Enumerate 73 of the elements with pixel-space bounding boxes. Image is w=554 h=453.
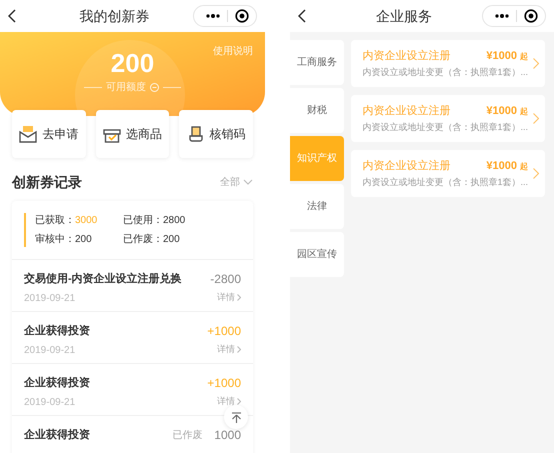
page-title: 企业服务 <box>376 6 432 26</box>
more-icon[interactable] <box>206 14 220 18</box>
price-suffix: 起 <box>520 106 528 118</box>
help-link[interactable]: 使用说明 <box>213 44 253 59</box>
target-icon[interactable] <box>235 9 249 23</box>
service-price: ¥1000 <box>486 48 517 64</box>
service-name: 内资企业设立注册 <box>362 48 450 64</box>
page-title: 我的创新券 <box>80 6 150 26</box>
more-icon[interactable] <box>495 14 509 18</box>
chevron-down-icon <box>243 179 253 185</box>
record-status: 已作废 <box>172 428 202 442</box>
service-card[interactable]: 内资企业设立注册 ¥1000 起 内资设立或地址变更（含：执照章1套）... <box>351 95 545 142</box>
balance-amount: 200 <box>110 48 154 78</box>
record-amount: 1000 <box>214 427 241 444</box>
action-button[interactable]: 核销码 <box>179 110 254 158</box>
summary-value: 2800 <box>163 214 186 228</box>
chevron-right-icon <box>533 168 539 179</box>
record-title: 企业获得投资 <box>24 376 90 391</box>
section-title: 创新券记录 <box>12 172 82 192</box>
summary-value: 200 <box>75 233 92 247</box>
target-icon[interactable] <box>524 9 538 23</box>
chevron-right-icon <box>533 113 539 124</box>
envelope-icon <box>19 125 38 143</box>
summary-label: 已使用： <box>123 214 163 228</box>
category-tab[interactable]: 法律 <box>290 184 344 229</box>
category-tab[interactable]: 工商服务 <box>290 40 344 85</box>
capsule-menu[interactable] <box>482 5 546 27</box>
price-suffix: 起 <box>520 50 528 62</box>
record-date: 2019-09-21 <box>24 292 76 306</box>
arrow-up-icon <box>230 412 242 422</box>
coin-icon <box>150 83 159 92</box>
category-tab[interactable]: 园区宣传 <box>290 232 344 277</box>
action-button[interactable]: 去申请 <box>12 110 86 158</box>
record-amount: +1000 <box>207 323 241 340</box>
summary-label: 已获取： <box>35 214 75 228</box>
back-icon[interactable] <box>298 9 306 23</box>
service-name: 内资企业设立注册 <box>362 158 450 174</box>
accent-bar <box>24 213 26 247</box>
chevron-right-icon <box>237 294 241 301</box>
balance-label: 可用额度 <box>106 80 146 95</box>
summary-label: 已作废： <box>123 232 163 247</box>
chevron-right-icon <box>237 346 241 353</box>
service-description: 内资设立或地址变更（含：执照章1套）... <box>362 121 528 134</box>
action-button[interactable]: 选商品 <box>96 110 170 158</box>
record-date: 2019-09-21 <box>24 396 76 410</box>
scanner-icon <box>186 125 205 143</box>
summary-value: 200 <box>163 233 180 247</box>
service-card[interactable]: 内资企业设立注册 ¥1000 起 内资设立或地址变更（含：执照章1套）... <box>351 150 545 197</box>
service-name: 内资企业设立注册 <box>362 104 450 118</box>
category-tab[interactable]: 财税 <box>290 88 344 133</box>
service-card[interactable]: 内资企业设立注册 ¥1000 起 内资设立或地址变更（含：执照章1套）... <box>351 40 545 87</box>
service-price: ¥1000 <box>486 158 517 174</box>
detail-link[interactable]: 详情 <box>217 394 241 408</box>
record-amount: -2800 <box>210 271 241 288</box>
record-date: 2019-09-21 <box>24 344 76 358</box>
summary-value: 3000 <box>75 214 98 228</box>
chevron-right-icon <box>237 398 241 405</box>
chevron-right-icon <box>533 58 539 69</box>
filter-dropdown[interactable]: 全部 <box>220 174 253 190</box>
record-title: 企业获得投资 <box>24 428 90 443</box>
category-tab[interactable]: 知识产权 <box>290 136 344 181</box>
record-title: 交易使用-内资企业设立注册兑换 <box>24 272 182 287</box>
back-icon[interactable] <box>8 9 16 23</box>
record-title: 企业获得投资 <box>24 324 90 339</box>
service-description: 内资设立或地址变更（含：执照章1套）... <box>362 176 528 189</box>
detail-link[interactable]: 详情 <box>217 342 241 356</box>
detail-link[interactable]: 详情 <box>217 290 241 304</box>
record-amount: +1000 <box>207 375 241 392</box>
price-suffix: 起 <box>520 160 528 172</box>
service-description: 内资设立或地址变更（含：执照章1套）... <box>362 66 528 79</box>
capsule-menu[interactable] <box>193 5 257 27</box>
service-price: ¥1000 <box>486 104 517 118</box>
summary-label: 审核中： <box>35 232 75 247</box>
